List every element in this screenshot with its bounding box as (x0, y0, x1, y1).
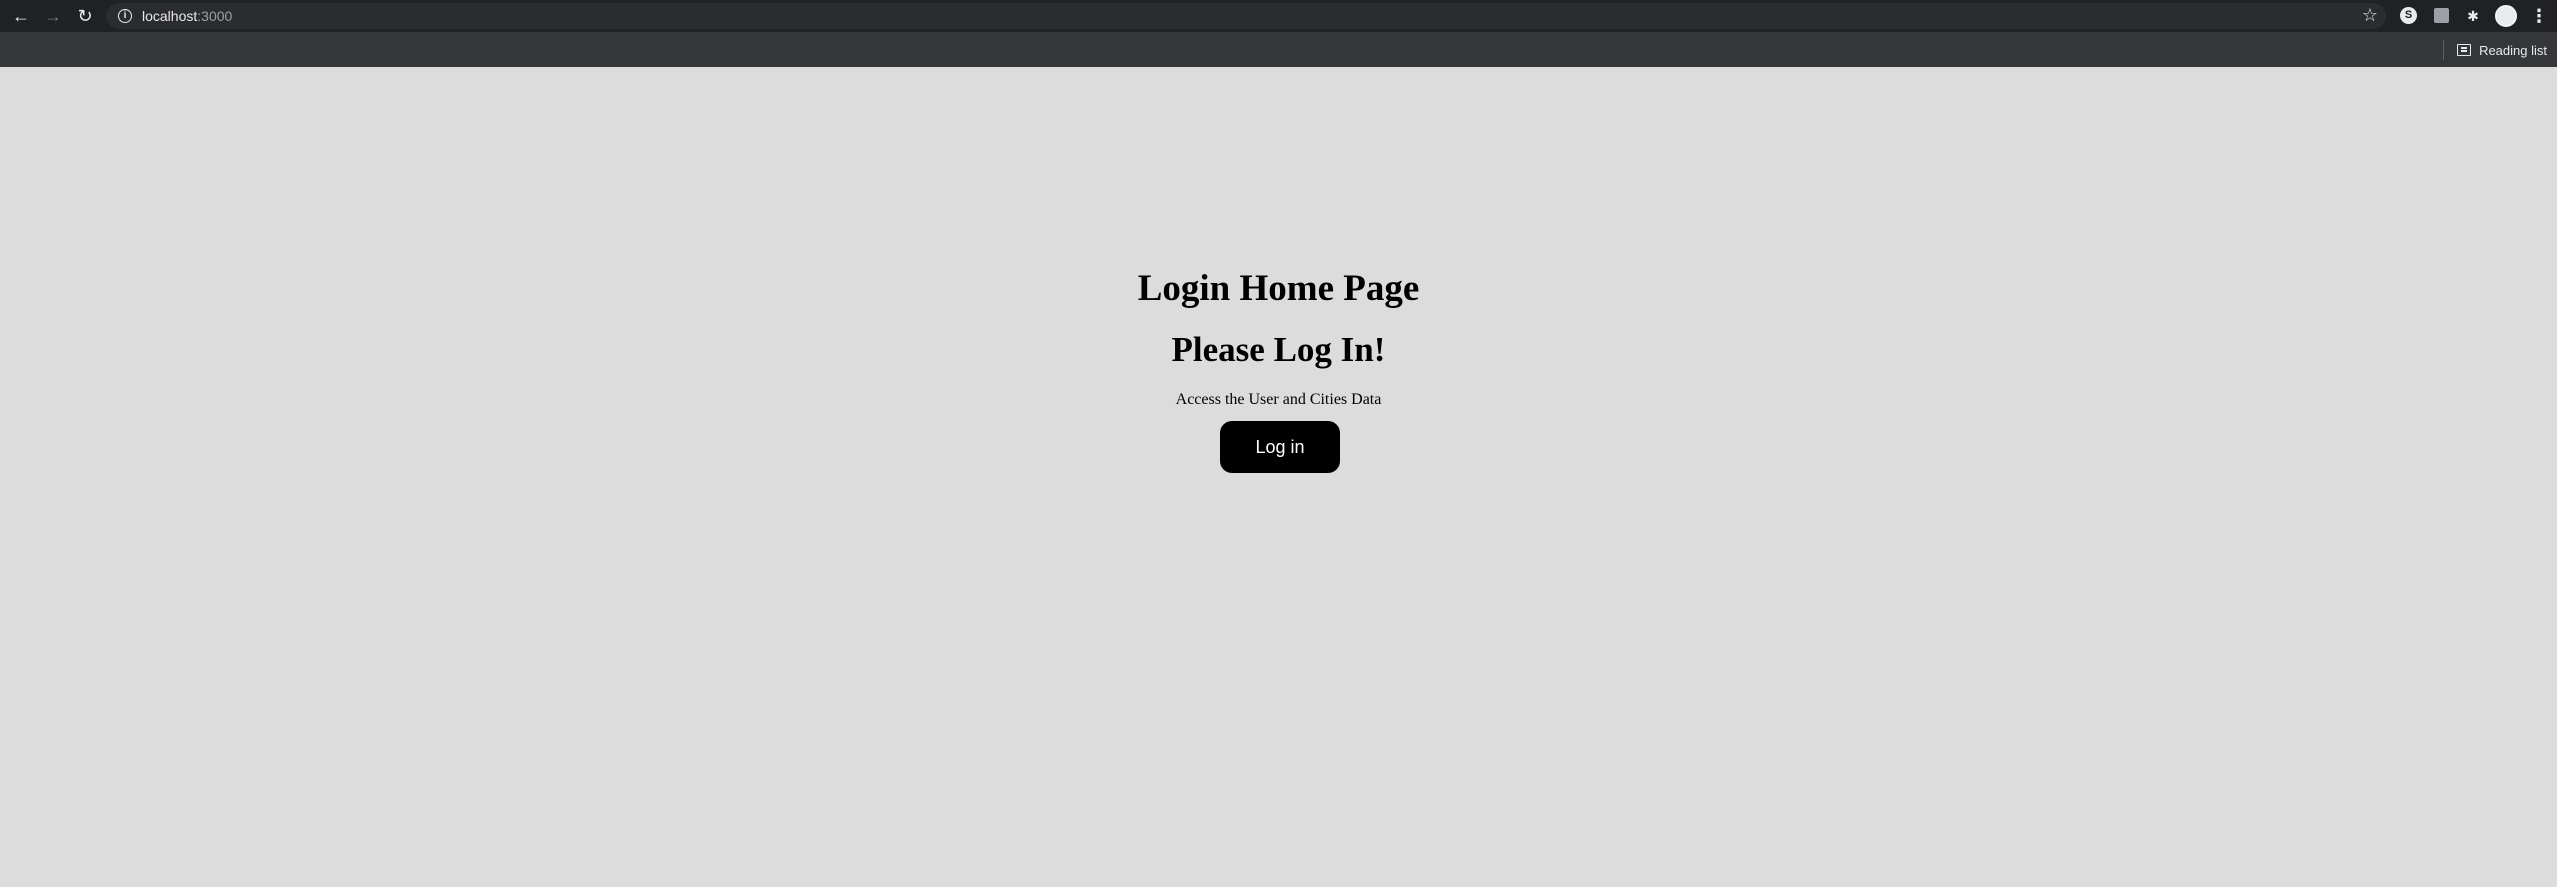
extension-square-icon[interactable] (2434, 8, 2449, 23)
address-bar[interactable]: i localhost:3000 ☆ (106, 3, 2386, 29)
browser-toolbar: ← → ↻ i localhost:3000 ☆ S ✱ ⋮ (0, 0, 2557, 32)
browser-menu-icon[interactable]: ⋮ (2530, 4, 2548, 28)
reload-icon[interactable]: ↻ (73, 4, 97, 28)
bookmark-star-icon[interactable]: ☆ (2362, 5, 2378, 26)
reading-list-button[interactable]: Reading list (2443, 40, 2547, 60)
browser-chrome: ← → ↻ i localhost:3000 ☆ S ✱ ⋮ Reading l… (0, 0, 2557, 67)
bookmarks-separator (2443, 40, 2445, 60)
back-arrow-icon[interactable]: ← (9, 4, 33, 28)
extension-s-icon[interactable]: S (2400, 7, 2417, 24)
login-subtitle: Access the User and Cities Data (1175, 391, 1382, 408)
page-content: Login Home Page Please Log In! Access th… (0, 67, 2557, 887)
site-info-icon[interactable]: i (118, 9, 132, 23)
login-button[interactable]: Log in (1220, 421, 1340, 473)
login-heading: Please Log In! (1171, 330, 1386, 369)
page-title: Login Home Page (1137, 268, 1420, 309)
forward-arrow-icon[interactable]: → (41, 4, 65, 28)
url-port: :3000 (197, 8, 233, 24)
reading-list-label: Reading list (2479, 42, 2547, 58)
reading-list-icon (2457, 44, 2472, 56)
url-host: localhost (142, 8, 198, 24)
extensions-puzzle-icon[interactable]: ✱ (2463, 6, 2483, 26)
address-url[interactable]: localhost:3000 (142, 8, 232, 24)
bookmarks-bar: Reading list (0, 32, 2557, 67)
profile-avatar[interactable] (2495, 5, 2517, 27)
